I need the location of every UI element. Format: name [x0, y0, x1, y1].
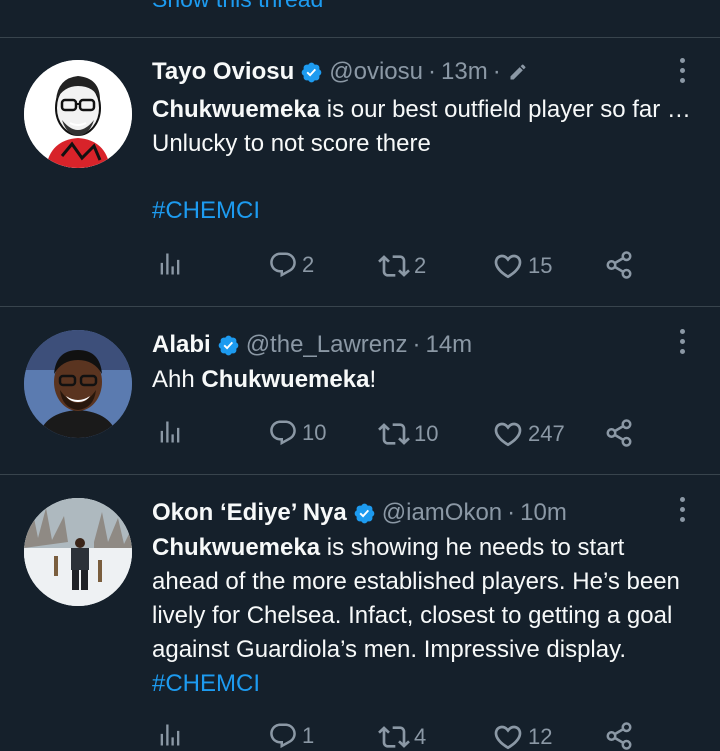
hashtag-line: #CHEMCI: [152, 194, 697, 228]
share-button[interactable]: [604, 250, 634, 280]
like-button[interactable]: 15: [492, 250, 552, 282]
tweet-2[interactable]: Alabi @the_Lawrenz · 14m Ahh Chukwuemeka…: [0, 307, 720, 474]
reply-icon: [268, 418, 298, 448]
tweet-body-prefix: Ahh: [152, 366, 202, 393]
analytics-button[interactable]: [156, 721, 184, 749]
retweet-count: 10: [414, 421, 439, 446]
analytics-button[interactable]: [156, 250, 184, 278]
separator-dot: ·: [507, 499, 516, 526]
analytics-icon: [156, 250, 184, 278]
separator-dot: ·: [428, 58, 437, 85]
action-bar: 1 4 12: [152, 721, 692, 751]
share-icon: [604, 418, 634, 448]
user-handle[interactable]: @iamOkon: [382, 499, 502, 527]
analytics-button[interactable]: [156, 418, 184, 446]
reply-count: 10: [302, 420, 327, 445]
action-bar: 10 10 247: [152, 418, 692, 452]
action-bar: 2 2 15: [152, 250, 692, 284]
user-handle[interactable]: @the_Lawrenz: [246, 331, 408, 359]
verified-badge-icon: [353, 502, 376, 525]
separator-dot: ·: [492, 58, 501, 85]
tweet-header: Tayo Oviosu @oviosu · 13m ·: [152, 58, 528, 86]
retweet-icon: [378, 721, 410, 751]
retweet-icon: [378, 418, 410, 450]
tweet-3[interactable]: Okon ‘Ediye’ Nya @iamOkon · 10m Chukwuem…: [0, 475, 720, 751]
avatar[interactable]: [24, 330, 132, 438]
share-icon: [604, 721, 634, 751]
retweet-button[interactable]: 4: [378, 721, 426, 751]
reply-button[interactable]: 10: [268, 418, 326, 448]
like-button[interactable]: 12: [492, 721, 552, 751]
retweet-button[interactable]: 10: [378, 418, 438, 450]
timestamp[interactable]: 10m: [520, 499, 567, 527]
reply-count: 2: [302, 252, 315, 277]
reply-button[interactable]: 1: [268, 721, 314, 751]
mention-keyword: Chukwuemeka: [152, 534, 321, 561]
show-thread-link[interactable]: Show this thread: [152, 0, 323, 13]
more-options-icon[interactable]: [678, 58, 686, 83]
share-icon: [604, 250, 634, 280]
timestamp[interactable]: 13m: [441, 58, 488, 86]
like-button[interactable]: 247: [492, 418, 565, 450]
pencil-edit-icon[interactable]: [508, 62, 528, 82]
display-name[interactable]: Tayo Oviosu: [152, 58, 294, 86]
tweet-text: Chukwuemeka is our best outfield player …: [152, 93, 697, 161]
analytics-icon: [156, 721, 184, 749]
share-button[interactable]: [604, 418, 634, 448]
timestamp[interactable]: 14m: [425, 331, 472, 359]
more-options-icon[interactable]: [678, 329, 686, 354]
heart-icon: [492, 721, 524, 751]
separator-dot: ·: [412, 331, 421, 358]
avatar[interactable]: [24, 60, 132, 168]
tweet-header: Alabi @the_Lawrenz · 14m: [152, 331, 472, 359]
reply-icon: [268, 721, 298, 751]
mention-keyword: Chukwuemeka: [152, 96, 321, 123]
user-handle[interactable]: @oviosu: [329, 58, 423, 86]
retweet-count: 2: [414, 253, 427, 278]
share-button[interactable]: [604, 721, 634, 751]
reply-button[interactable]: 2: [268, 250, 314, 280]
reply-count: 1: [302, 723, 315, 748]
like-count: 12: [528, 724, 553, 749]
tweet-1[interactable]: Tayo Oviosu @oviosu · 13m · Chukwuemeka …: [0, 38, 720, 306]
like-count: 15: [528, 253, 553, 278]
mention-keyword: Chukwuemeka: [201, 366, 370, 393]
verified-badge-icon: [300, 61, 323, 84]
hashtag-link[interactable]: #CHEMCI: [152, 197, 260, 224]
avatar[interactable]: [24, 498, 132, 606]
display-name[interactable]: Okon ‘Ediye’ Nya: [152, 499, 347, 527]
reply-icon: [268, 250, 298, 280]
like-count: 247: [528, 421, 565, 446]
retweet-button[interactable]: 2: [378, 250, 426, 282]
tweet-header: Okon ‘Ediye’ Nya @iamOkon · 10m: [152, 499, 567, 527]
heart-icon: [492, 418, 524, 450]
tweet-text: Ahh Chukwuemeka!: [152, 363, 697, 397]
more-options-icon[interactable]: [678, 497, 686, 522]
retweet-count: 4: [414, 724, 427, 749]
tweet-text: Chukwuemeka is showing he needs to start…: [152, 531, 697, 701]
display-name[interactable]: Alabi: [152, 331, 211, 359]
tweet-body: !: [369, 366, 377, 393]
analytics-icon: [156, 418, 184, 446]
retweet-icon: [378, 250, 410, 282]
verified-badge-icon: [217, 334, 240, 357]
heart-icon: [492, 250, 524, 282]
hashtag-link[interactable]: #CHEMCI: [152, 670, 260, 697]
